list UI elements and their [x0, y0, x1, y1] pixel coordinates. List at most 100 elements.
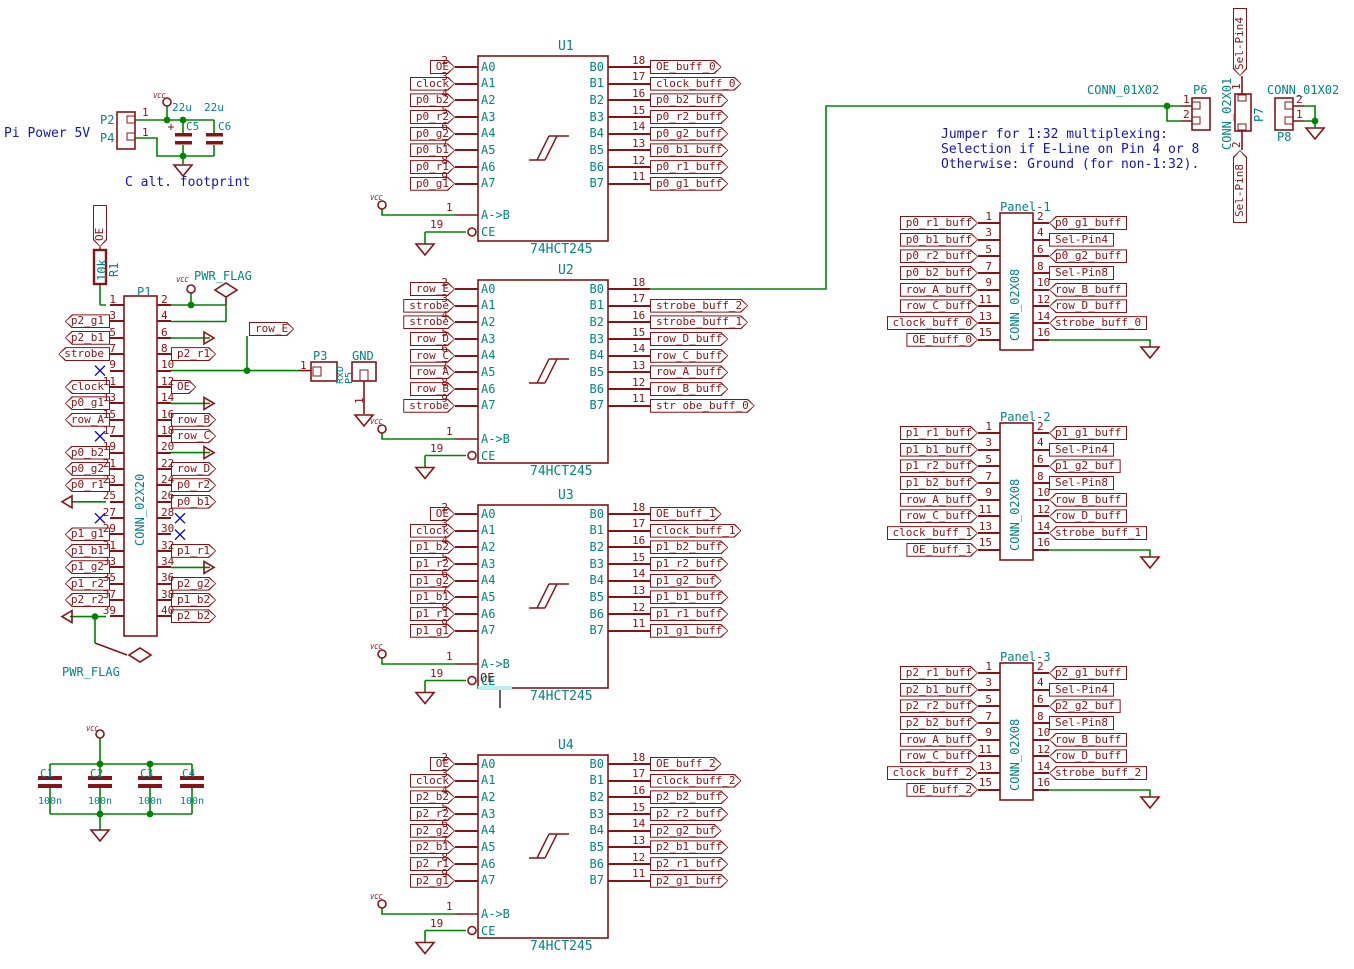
net-label[interactable]: p2_g2 [171, 577, 216, 591]
net-label[interactable]: p0_b2_buff [900, 266, 978, 280]
net-label[interactable]: p1_b1_buff [650, 590, 728, 604]
net-label[interactable]: row_A_buff [900, 283, 978, 297]
panel-pin-row[interactable]: p1_g2_buf6 [1033, 458, 1203, 475]
panel-pin-row[interactable]: p1_r1_buff1 [855, 425, 1000, 442]
net-label[interactable]: p1_r1 [171, 544, 216, 558]
ic-pin-row[interactable]: p1_g1_buff11 [608, 622, 848, 639]
p4-ref[interactable]: P4 [100, 132, 114, 144]
net-label[interactable]: p2_b2_buff [650, 790, 728, 804]
net-label[interactable]: p0_g1_buff [650, 177, 728, 191]
u3-part-name[interactable]: 74HCT245 [530, 690, 593, 703]
p1-pin-row[interactable]: p2_b1 5 [0, 330, 124, 346]
p1-pin-row[interactable]: row_B 16 [157, 412, 357, 428]
c1-value[interactable]: 100n [38, 797, 62, 807]
net-label[interactable]: OE_buff_2 [906, 783, 978, 797]
ic-pin-row[interactable]: row_E2 [338, 281, 478, 298]
net-label[interactable]: p1_b1 [410, 590, 455, 604]
net-label[interactable]: str obe_buff_0 [650, 399, 755, 413]
net-label[interactable]: Sel-Pin8 [1049, 716, 1114, 730]
net-label[interactable]: p2_g1_buff [1049, 666, 1127, 680]
panel-pin-row[interactable]: p2_r2_buff5 [855, 698, 1000, 715]
panel-pin-row[interactable]: p0_g1_buff2 [1033, 215, 1203, 232]
net-label[interactable]: row_B [410, 382, 455, 396]
net-label[interactable]: p0_b1 [410, 143, 455, 157]
panel-pin-row[interactable]: p2_r1_buff1 [855, 665, 1000, 682]
ic-pin-row[interactable]: p2_g1_buff11 [608, 872, 848, 889]
net-label[interactable]: clock [410, 524, 455, 538]
net-label[interactable]: clock_buff_2 [650, 774, 741, 788]
net-label[interactable]: strobe_buff_2 [650, 299, 748, 313]
net-label[interactable]: row_D_buff [650, 332, 728, 346]
net-label[interactable]: p2_r2 [410, 807, 455, 821]
ic-pin-row[interactable]: p0_g19 [338, 175, 478, 192]
r1-ref[interactable]: R1 [108, 263, 120, 277]
ic-pin-row[interactable]: p2_r18 [338, 856, 478, 873]
panel-pin-row[interactable]: Sel-Pin88 [1033, 475, 1203, 492]
net-label[interactable]: p2_b2 [171, 609, 216, 623]
u2-part-name[interactable]: 74HCT245 [530, 465, 593, 478]
oe-net-label-vertical[interactable]: OE [93, 205, 107, 247]
panel-pin-row[interactable]: p0_r2_buff5 [855, 248, 1000, 265]
net-label[interactable]: p2_r1 [410, 857, 455, 871]
net-label[interactable]: Sel-Pin8 [1049, 266, 1114, 280]
p1-pin-row[interactable]: p2_b2 40 [157, 608, 357, 624]
panel-pin-row[interactable]: OE_buff_015 [855, 331, 1000, 348]
net-label[interactable]: p1_r1 [410, 607, 455, 621]
p5-ref[interactable]: P5 [345, 372, 355, 384]
ic-pin-row[interactable]: p1_g19 [338, 622, 478, 639]
c4-value[interactable]: 100n [180, 797, 204, 807]
net-label[interactable]: p0_g1_buff [1049, 216, 1127, 230]
ic-pin-row[interactable]: p1_b17 [338, 589, 478, 606]
net-label[interactable]: row_C_buff [900, 749, 978, 763]
row-e-net-label[interactable]: row_E [249, 322, 294, 336]
panel-pin-row[interactable]: p1_r2_buff5 [855, 458, 1000, 475]
c5-value[interactable]: 22u [172, 102, 192, 113]
panel-pin-row[interactable]: 16 [1033, 781, 1203, 798]
net-label[interactable]: p2_r1_buff [650, 857, 728, 871]
net-label[interactable]: row_C_buff [900, 299, 978, 313]
p1-pin-row[interactable]: 20 [157, 444, 357, 460]
p6-ref[interactable]: P6 [1193, 84, 1207, 96]
ic-pin-row[interactable]: p0_g1_buff11 [608, 175, 848, 192]
net-label[interactable]: strobe [58, 347, 110, 361]
ic-pin-row[interactable]: row_D5 [338, 331, 478, 348]
c6-value[interactable]: 22u [204, 102, 224, 113]
sel-pin8-net-label[interactable]: Sel-Pin8 [1233, 150, 1247, 223]
panel-pin-row[interactable]: strobe_buff_014 [1033, 315, 1203, 332]
net-label[interactable]: p2_r2_buff [900, 699, 978, 713]
ic-pin-row[interactable]: p2_b24 [338, 789, 478, 806]
net-label[interactable]: row_A_buff [900, 733, 978, 747]
panel-pin-row[interactable]: strobe_buff_114 [1033, 525, 1203, 542]
net-label[interactable]: p2_g2 [410, 824, 455, 838]
p1-pin-row[interactable]: OE 12 [157, 379, 357, 395]
ic-pin-row[interactable]: strobe4 [338, 314, 478, 331]
p1-pin-row[interactable]: p1_b2 38 [157, 592, 357, 608]
net-label[interactable]: p2_b2 [410, 790, 455, 804]
panel-pin-row[interactable]: p2_b1_buff3 [855, 681, 1000, 698]
net-label[interactable]: strobe_buff_1 [650, 315, 748, 329]
net-label[interactable]: OE_buff_0 [650, 60, 722, 74]
net-label[interactable]: p2_b2_buff [900, 716, 978, 730]
u3-ref[interactable]: U3 [558, 489, 574, 502]
ic-pin-row[interactable]: strobe3 [338, 297, 478, 314]
net-label[interactable]: row_A [410, 365, 455, 379]
sel-pin4-net-label[interactable]: Sel-Pin4 [1233, 8, 1247, 76]
net-label[interactable]: row_D_buff [1049, 509, 1127, 523]
ic-pin-row[interactable]: p1_r18 [338, 606, 478, 623]
c5-ref[interactable]: C5 [186, 121, 199, 132]
net-label[interactable]: p2_b1_buff [900, 683, 978, 697]
p1-pin-row[interactable]: p1_r1 32 [157, 543, 357, 559]
p1-pin-row[interactable]: 30 [157, 526, 357, 542]
net-label[interactable]: row_C_buff [900, 509, 978, 523]
net-label[interactable]: row_C_buff [650, 349, 728, 363]
net-label[interactable]: p1_g2_buf [650, 574, 722, 588]
panel-pin-row[interactable]: strobe_buff_214 [1033, 765, 1203, 782]
net-label[interactable]: row_B_buff [650, 382, 728, 396]
net-label[interactable]: OE_buff_0 [906, 333, 978, 347]
net-label[interactable]: p1_b2_buff [900, 476, 978, 490]
net-label[interactable]: p2_r1_buff [900, 666, 978, 680]
panel-pin-row[interactable]: row_D_buff12 [1033, 508, 1203, 525]
p5-value[interactable]: GND [352, 350, 374, 362]
net-label[interactable]: p1_g1_buff [1049, 426, 1127, 440]
net-label[interactable]: p1_b2 [171, 593, 216, 607]
